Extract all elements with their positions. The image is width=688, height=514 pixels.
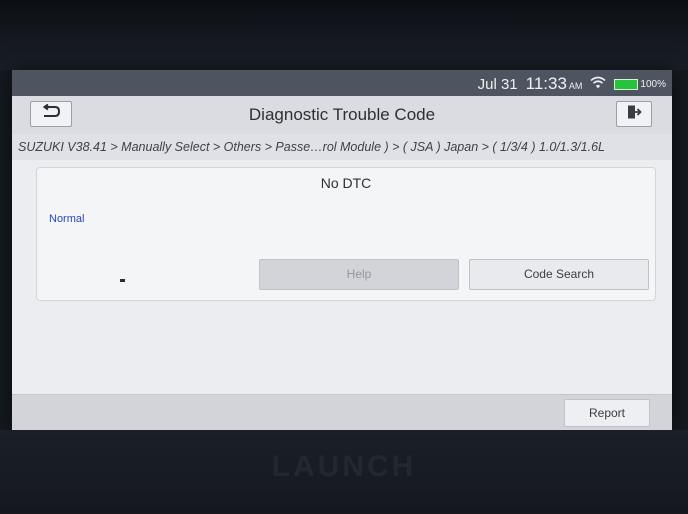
status-time: 11:33 xyxy=(525,74,567,93)
device-top-bezel xyxy=(0,0,688,70)
status-bar: Jul 31 11:33 AM 100% xyxy=(12,70,672,96)
dtc-result-title: No DTC xyxy=(320,175,372,191)
battery-fill xyxy=(615,79,638,89)
wifi-icon xyxy=(590,76,606,93)
battery-icon xyxy=(614,78,639,90)
title-bar: Diagnostic Trouble Code xyxy=(12,96,672,135)
tablet-screen: Jul 31 11:33 AM 100% Diagnostic Trouble … xyxy=(12,70,672,432)
code-search-button[interactable]: Code Search xyxy=(469,259,649,290)
status-ampm: AM xyxy=(568,81,583,91)
status-date: Jul 31 xyxy=(477,75,518,93)
battery-percent: 100% xyxy=(640,78,666,90)
report-button[interactable]: Report xyxy=(564,399,650,427)
page-title: Diagnostic Trouble Code xyxy=(248,105,436,124)
help-button[interactable]: Help xyxy=(259,259,459,290)
dtc-result-card: No DTC Normal Help Code Search xyxy=(36,167,656,301)
bottom-action-bar: Report xyxy=(12,394,672,432)
dtc-status-text: Normal xyxy=(49,213,85,225)
decorative-dot xyxy=(120,279,125,282)
battery-indicator: 100% xyxy=(614,78,666,90)
device-brand-logo: LAUNCH xyxy=(271,450,417,483)
exit-icon xyxy=(626,104,642,125)
status-time-group: 11:33 AM xyxy=(526,74,583,94)
status-indicators: Jul 31 11:33 AM 100% xyxy=(478,74,666,94)
exit-button[interactable] xyxy=(616,101,652,127)
breadcrumb: SUZUKI V38.41 > Manually Select > Others… xyxy=(12,134,672,160)
